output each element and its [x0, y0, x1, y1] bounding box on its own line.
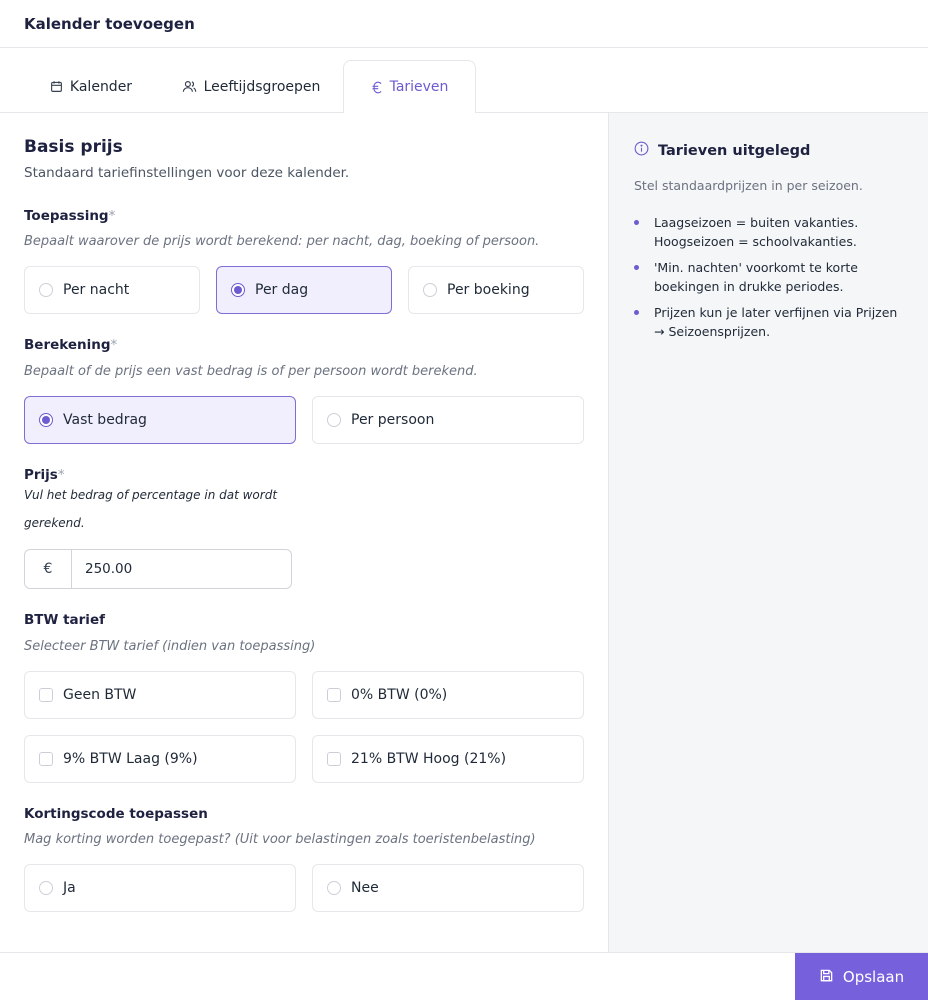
radio-button[interactable]	[327, 413, 341, 427]
modal-header: Kalender toevoegen	[0, 0, 928, 48]
radio-button[interactable]	[39, 881, 53, 895]
required-marker: *	[57, 467, 65, 483]
btw-hint: Selecteer BTW tarief (indien van toepass…	[24, 639, 316, 654]
option-label: Per persoon	[351, 412, 435, 428]
radio-button[interactable]	[327, 881, 341, 895]
btw-option-geen[interactable]: Geen BTW	[24, 671, 296, 719]
price-input[interactable]	[72, 550, 291, 588]
korting-option-nee[interactable]: Nee	[312, 864, 584, 912]
tab-tarieven[interactable]: Tarieven	[343, 60, 476, 114]
save-button[interactable]: Opslaan	[795, 953, 928, 1000]
option-label: Per dag	[255, 282, 309, 298]
berekening-label: Berekening*	[24, 337, 117, 353]
btw-option-0[interactable]: 0% BTW (0%)	[312, 671, 584, 719]
tab-tarieven-label: Tarieven	[389, 79, 449, 95]
modal-title: Kalender toevoegen	[24, 14, 195, 33]
berekening-hint: Bepaalt of de prijs een vast bedrag is o…	[24, 364, 478, 379]
toepassing-label-text: Toepassing	[24, 208, 109, 224]
prijs-hint-line2: gerekend.	[24, 516, 85, 530]
euro-icon	[371, 81, 383, 94]
berekening-option-vast-bedrag[interactable]: Vast bedrag	[24, 396, 296, 444]
save-button-label: Opslaan	[842, 968, 905, 986]
form-panel: Basis prijs Standaard tariefinstellingen…	[0, 113, 608, 952]
modal-footer: Opslaan	[0, 952, 928, 1000]
option-label: 9% BTW Laag (9%)	[63, 751, 198, 767]
option-label: 0% BTW (0%)	[351, 687, 448, 703]
berekening-option-per-persoon[interactable]: Per persoon	[312, 396, 584, 444]
option-label: Ja	[63, 880, 76, 896]
btw-option-21[interactable]: 21% BTW Hoog (21%)	[312, 735, 584, 783]
korting-hint: Mag korting worden toegepast? (Uit voor …	[24, 832, 536, 847]
option-label: 21% BTW Hoog (21%)	[351, 751, 507, 767]
radio-button[interactable]	[39, 283, 53, 297]
option-label: Per boeking	[447, 282, 530, 298]
checkbox[interactable]	[327, 688, 341, 702]
toepassing-option-per-boeking[interactable]: Per boeking	[408, 266, 584, 314]
help-title: Tarieven uitgelegd	[634, 141, 810, 160]
calendar-icon	[50, 80, 63, 93]
radio-button[interactable]	[423, 283, 437, 297]
prijs-label-text: Prijs	[24, 467, 58, 483]
toepassing-option-per-nacht[interactable]: Per nacht	[24, 266, 200, 314]
prijs-label: Prijs*	[24, 467, 65, 483]
tab-leeftijdsgroepen-label: Leeftijdsgroepen	[203, 78, 321, 95]
btw-option-9[interactable]: 9% BTW Laag (9%)	[24, 735, 296, 783]
currency-prefix: €	[25, 550, 72, 588]
radio-button-checked[interactable]	[231, 283, 245, 297]
option-label: Geen BTW	[63, 687, 137, 703]
price-field: €	[24, 549, 292, 589]
help-list-item: Laagseizoen = buiten vakanties. Hoogseiz…	[634, 213, 909, 251]
checkbox[interactable]	[327, 752, 341, 766]
checkbox[interactable]	[39, 688, 53, 702]
toepassing-hint: Bepaalt waarover de prijs wordt berekend…	[24, 234, 540, 249]
tab-kalender[interactable]: Kalender	[36, 60, 146, 113]
toepassing-option-per-dag[interactable]: Per dag	[216, 266, 392, 314]
korting-label: Kortingscode toepassen	[24, 806, 208, 822]
section-subtitle: Standaard tariefinstellingen voor deze k…	[24, 165, 350, 181]
info-icon	[634, 141, 649, 160]
users-icon	[182, 80, 197, 93]
prijs-hint-line1: Vul het bedrag of percentage in dat word…	[24, 488, 278, 502]
radio-button-checked[interactable]	[39, 413, 53, 427]
checkbox[interactable]	[39, 752, 53, 766]
help-panel: Tarieven uitgelegd Stel standaardprijzen…	[608, 113, 928, 952]
help-list-item: Prijzen kun je later verfijnen via Prijz…	[634, 303, 909, 341]
btw-label: BTW tarief	[24, 612, 105, 628]
save-icon	[819, 968, 834, 987]
help-list: Laagseizoen = buiten vakanties. Hoogseiz…	[634, 213, 909, 348]
help-intro: Stel standaardprijzen in per seizoen.	[634, 178, 863, 193]
berekening-label-text: Berekening	[24, 337, 111, 353]
required-marker: *	[108, 208, 116, 224]
tab-bar: Kalender Leeftijdsgroepen Tarieven	[0, 48, 928, 114]
option-label: Vast bedrag	[63, 412, 147, 428]
help-title-text: Tarieven uitgelegd	[658, 142, 811, 159]
option-label: Per nacht	[63, 282, 130, 298]
help-list-item: 'Min. nachten' voorkomt te korte boeking…	[634, 258, 909, 296]
tab-leeftijdsgroepen[interactable]: Leeftijdsgroepen	[170, 60, 332, 113]
toepassing-label: Toepassing*	[24, 208, 115, 224]
korting-option-ja[interactable]: Ja	[24, 864, 296, 912]
section-title: Basis prijs	[24, 137, 123, 157]
tab-kalender-label: Kalender	[69, 78, 133, 95]
option-label: Nee	[351, 880, 379, 896]
required-marker: *	[110, 337, 118, 353]
